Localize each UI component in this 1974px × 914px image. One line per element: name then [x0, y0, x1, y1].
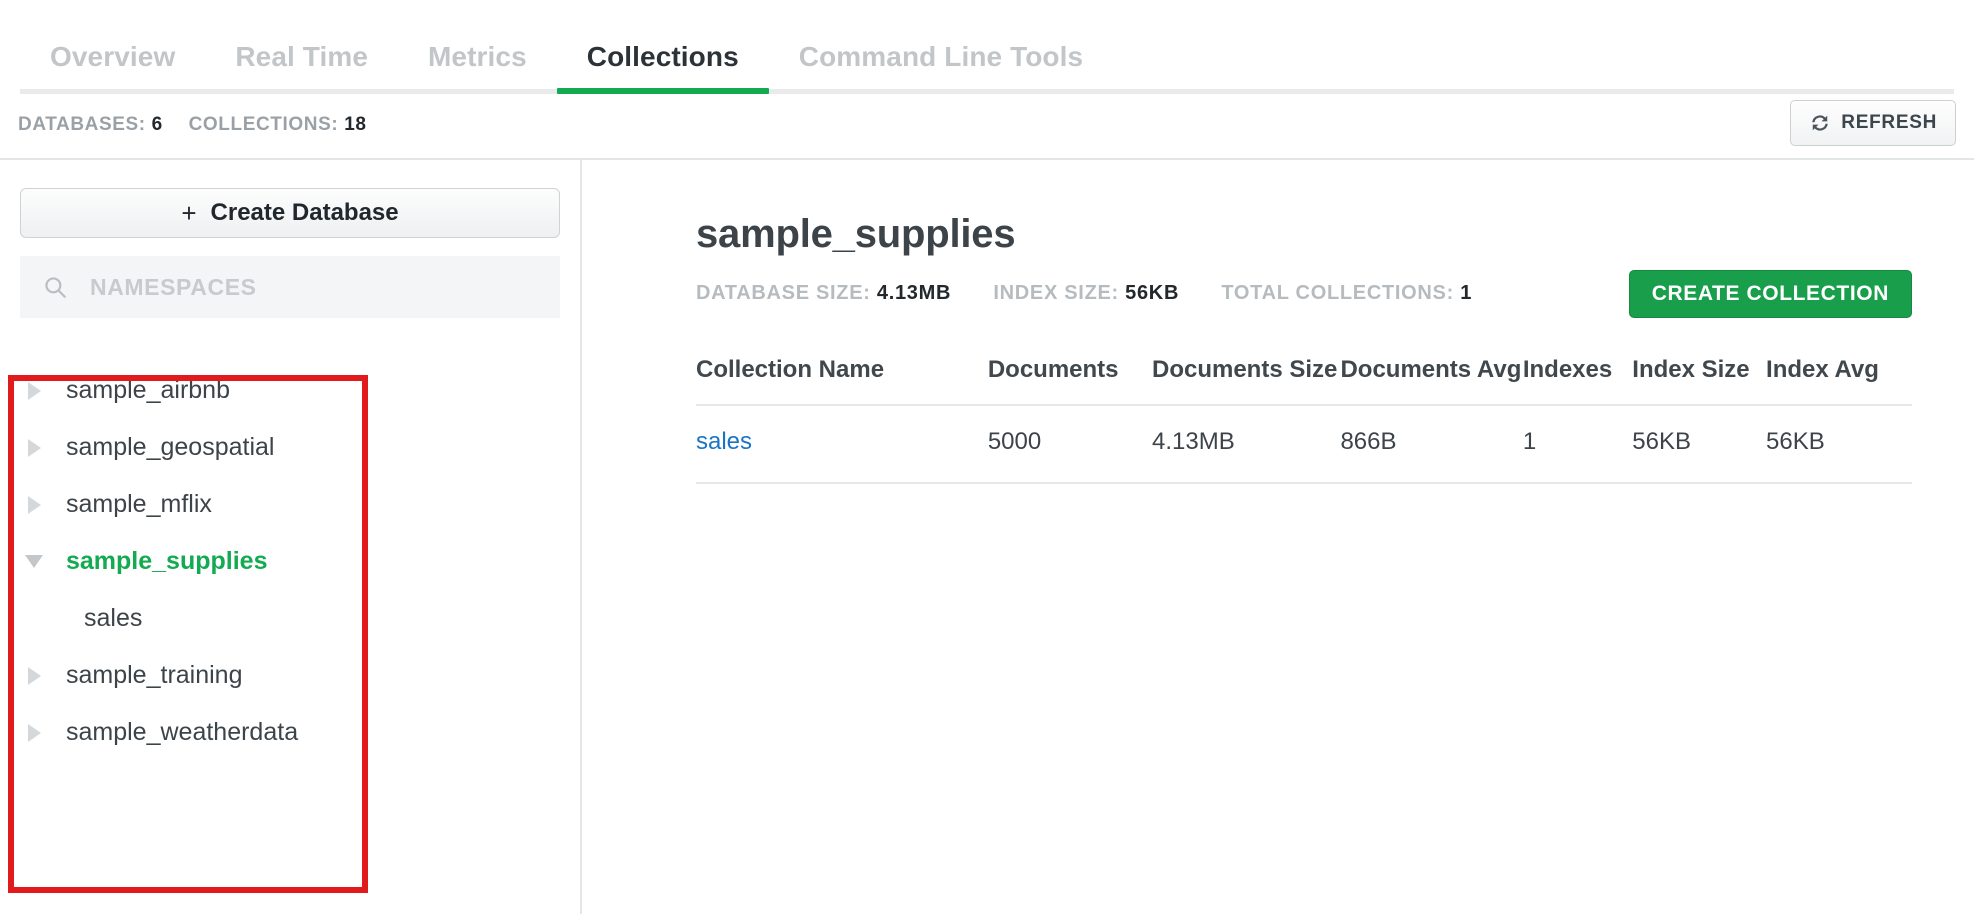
tab-collections[interactable]: Collections [557, 42, 769, 94]
databases-count: 6 [152, 114, 163, 135]
tree-item-sample-geospatial[interactable]: sample_geospatial [0, 419, 580, 476]
tab-real-time-label: Real Time [235, 41, 368, 72]
create-collection-button-label: CREATE COLLECTION [1652, 282, 1889, 306]
collections-count: 18 [344, 114, 366, 135]
cell-index-avg: 56KB [1766, 405, 1912, 483]
refresh-button[interactable]: REFRESH [1790, 100, 1956, 146]
collection-link-sales[interactable]: sales [696, 428, 752, 455]
cell-index-size: 56KB [1632, 405, 1766, 483]
collections-table-head: Collection Name Documents Documents Size… [696, 356, 1912, 405]
tab-collections-label: Collections [587, 41, 739, 72]
chevron-right-icon[interactable] [18, 439, 50, 457]
chevron-right-icon[interactable] [18, 382, 50, 400]
refresh-icon [1809, 112, 1831, 134]
refresh-button-label: REFRESH [1841, 112, 1937, 134]
tab-real-time[interactable]: Real Time [205, 42, 398, 94]
cell-documents: 5000 [988, 405, 1152, 483]
chevron-down-icon[interactable] [18, 555, 50, 568]
tab-overview-label: Overview [50, 41, 175, 72]
tab-metrics[interactable]: Metrics [398, 42, 557, 94]
column-header-documents-avg: Documents Avg [1340, 356, 1522, 405]
collections-table-wrapper: Collection Name Documents Documents Size… [696, 356, 1912, 484]
tree-item-label: sales [68, 604, 142, 633]
cell-collection-name[interactable]: sales [696, 405, 988, 483]
tree-item-label: sample_weatherdata [50, 718, 298, 747]
create-database-button-label: Create Database [211, 199, 399, 227]
tab-command-line-tools-label: Command Line Tools [799, 41, 1083, 72]
database-size-stat: DATABASE SIZE: 4.13MB [696, 282, 951, 305]
tab-overview[interactable]: Overview [20, 42, 205, 94]
tree-item-sample-training[interactable]: sample_training [0, 647, 580, 704]
table-row: sales 5000 4.13MB 866B 1 56KB 56KB [696, 405, 1912, 483]
tab-list: Overview Real Time Metrics Collections C… [20, 0, 1113, 94]
collections-table-body: sales 5000 4.13MB 866B 1 56KB 56KB [696, 405, 1912, 483]
database-size-label: DATABASE SIZE: [696, 282, 871, 304]
tree-item-label: sample_supplies [50, 547, 267, 576]
total-collections-value: 1 [1460, 282, 1472, 304]
tree-item-sales[interactable]: sales [0, 590, 580, 647]
search-input[interactable] [88, 273, 538, 302]
primary-tab-bar: Overview Real Time Metrics Collections C… [0, 0, 1974, 94]
search-icon [42, 274, 68, 300]
database-counts: DATABASES: 6 COLLECTIONS: 18 [18, 114, 367, 136]
database-meta: DATABASE SIZE: 4.13MB INDEX SIZE: 56KB T… [696, 282, 1508, 305]
column-header-indexes: Indexes [1523, 356, 1632, 405]
column-header-documents-size: Documents Size [1152, 356, 1340, 405]
chevron-right-icon[interactable] [18, 667, 50, 685]
table-header-row: Collection Name Documents Documents Size… [696, 356, 1912, 405]
tree-item-label: sample_geospatial [50, 433, 274, 462]
column-header-index-size: Index Size [1632, 356, 1766, 405]
chevron-right-icon[interactable] [18, 724, 50, 742]
total-collections-label: TOTAL COLLECTIONS: [1221, 282, 1454, 304]
chevron-right-icon[interactable] [18, 496, 50, 514]
tree-item-sample-weatherdata[interactable]: sample_weatherdata [0, 704, 580, 761]
database-size-value: 4.13MB [877, 282, 951, 304]
index-size-stat: INDEX SIZE: 56KB [993, 282, 1179, 305]
tree-item-sample-airbnb[interactable]: sample_airbnb [0, 362, 580, 419]
index-size-value: 56KB [1125, 282, 1179, 304]
namespace-search-box[interactable] [20, 256, 560, 318]
create-database-button[interactable]: + Create Database [20, 188, 560, 238]
collections-label: COLLECTIONS: [189, 114, 339, 135]
tree-item-sample-mflix[interactable]: sample_mflix [0, 476, 580, 533]
atlas-collections-page: Overview Real Time Metrics Collections C… [0, 0, 1974, 914]
plus-icon: + [181, 198, 196, 229]
column-header-collection-name: Collection Name [696, 356, 988, 405]
tree-item-label: sample_mflix [50, 490, 212, 519]
tab-metrics-label: Metrics [428, 41, 527, 72]
databases-label: DATABASES: [18, 114, 146, 135]
namespaces-sidebar: + Create Database sample_airbnb [0, 160, 582, 914]
cell-documents-size: 4.13MB [1152, 405, 1340, 483]
page-title: sample_supplies [696, 212, 1015, 257]
tree-item-sample-supplies[interactable]: sample_supplies [0, 533, 580, 590]
page-body: + Create Database sample_airbnb [0, 158, 1974, 914]
collections-table: Collection Name Documents Documents Size… [696, 356, 1912, 484]
cell-documents-avg: 866B [1340, 405, 1522, 483]
namespace-tree: sample_airbnb sample_geospatial sample_m… [0, 340, 580, 914]
column-header-documents: Documents [988, 356, 1152, 405]
column-header-index-avg: Index Avg [1766, 356, 1912, 405]
create-collection-button[interactable]: CREATE COLLECTION [1629, 270, 1912, 318]
stats-strip: DATABASES: 6 COLLECTIONS: 18 REFRESH [0, 94, 1974, 158]
tree-item-label: sample_training [50, 661, 243, 690]
tab-command-line-tools[interactable]: Command Line Tools [769, 42, 1113, 94]
database-detail-panel: sample_supplies DATABASE SIZE: 4.13MB IN… [584, 160, 1974, 914]
index-size-label: INDEX SIZE: [993, 282, 1119, 304]
cell-indexes: 1 [1523, 405, 1632, 483]
total-collections-stat: TOTAL COLLECTIONS: 1 [1221, 282, 1472, 305]
tree-item-label: sample_airbnb [50, 376, 230, 405]
